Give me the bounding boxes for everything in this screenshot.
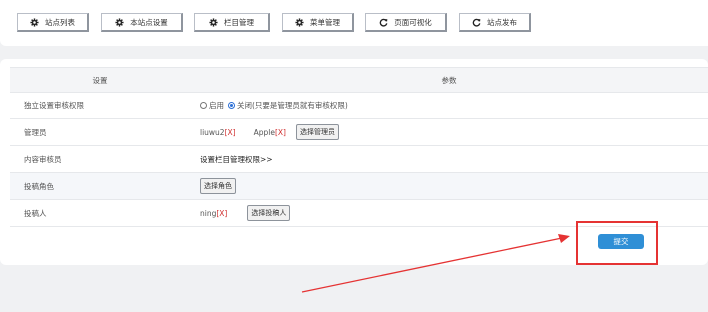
annotation-arrow (301, 234, 570, 293)
